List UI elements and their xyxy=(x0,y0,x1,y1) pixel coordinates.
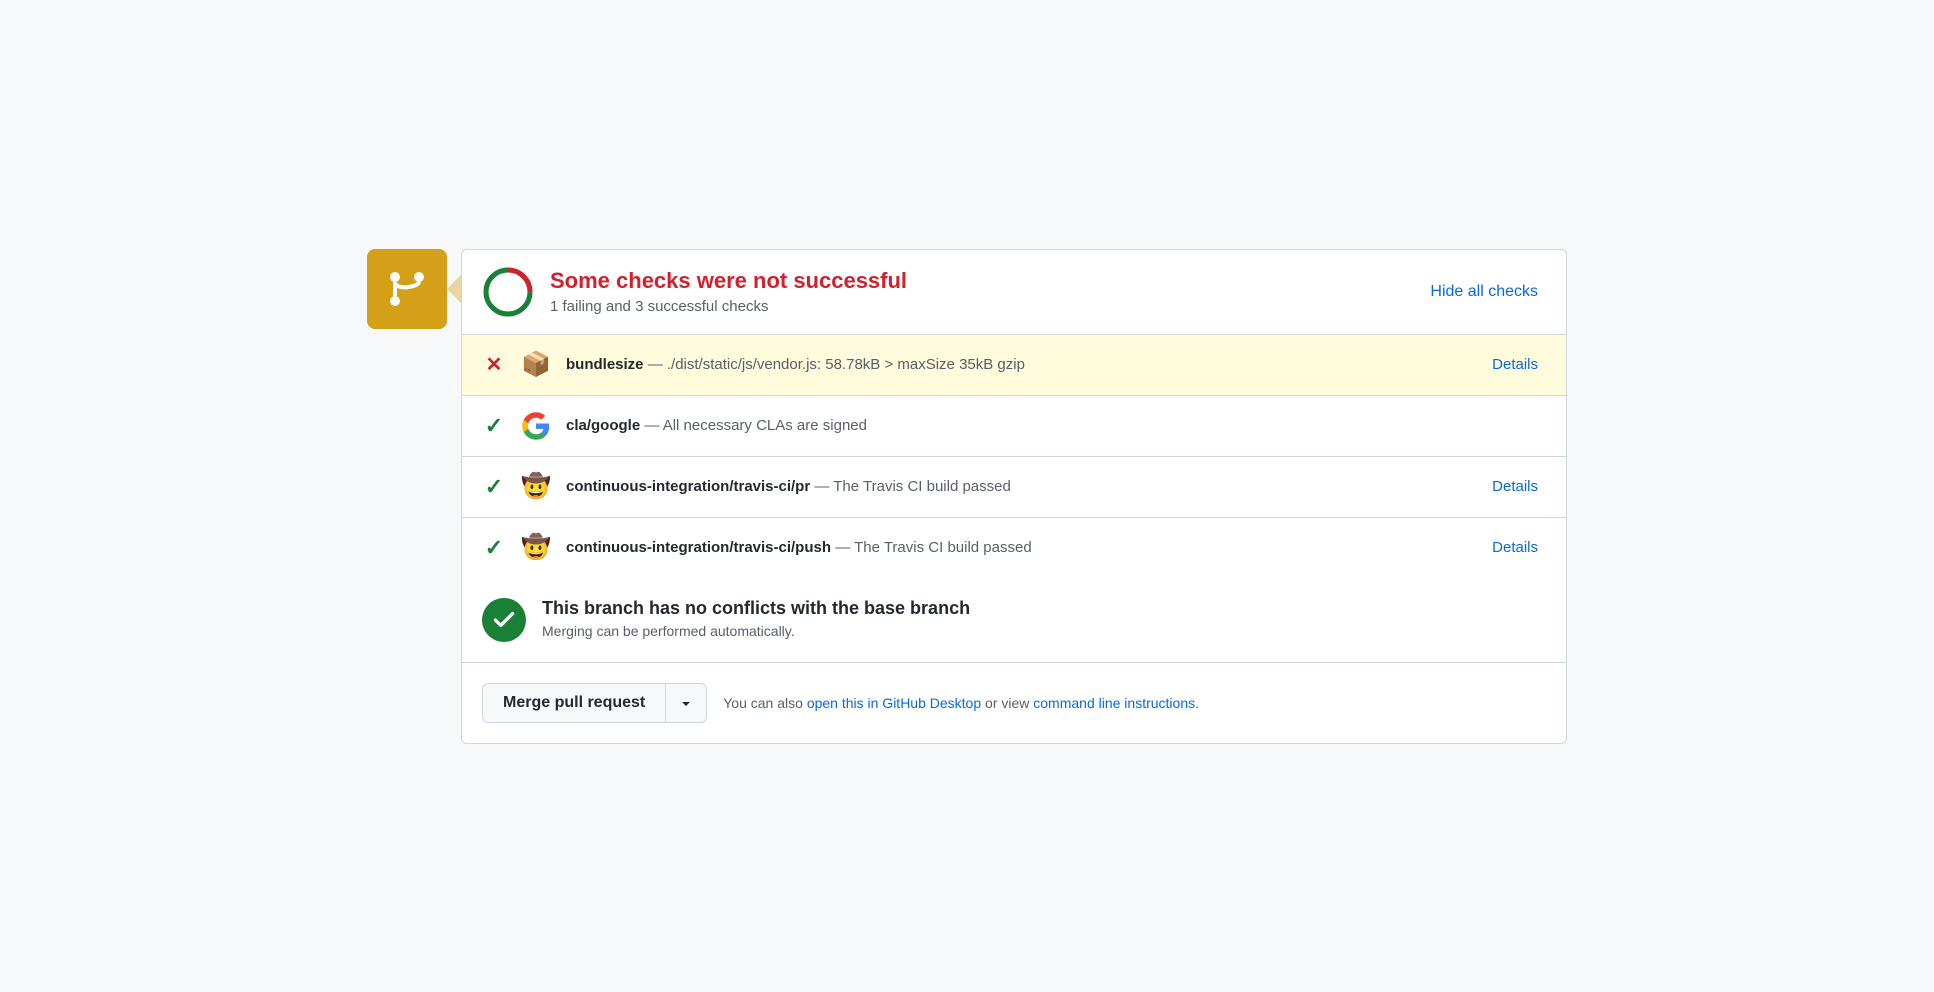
merge-button-group: Merge pull request xyxy=(482,683,707,723)
or-text: or view xyxy=(981,695,1033,711)
main-card: Some checks were not successful 1 failin… xyxy=(461,249,1567,744)
no-conflict-subtitle: Merging can be performed automatically. xyxy=(542,623,970,639)
check-item-travis-pr: ✓ 🤠 continuous-integration/travis-ci/pr … xyxy=(462,457,1566,518)
travis-push-description: — The Travis CI build passed xyxy=(835,539,1031,556)
no-conflict-text-group: This branch has no conflicts with the ba… xyxy=(542,598,970,639)
merge-icon xyxy=(383,265,431,313)
header-subtitle: 1 failing and 3 successful checks xyxy=(550,298,907,315)
merge-pull-request-button[interactable]: Merge pull request xyxy=(482,683,665,723)
bundlesize-details-link[interactable]: Details xyxy=(1484,352,1546,377)
card-header: Some checks were not successful 1 failin… xyxy=(462,250,1566,335)
bundlesize-icon: 📦 xyxy=(520,349,552,381)
check-status-pass-cla: ✓ xyxy=(482,414,506,438)
dropdown-arrow-icon xyxy=(678,695,694,711)
travis-pr-description: — The Travis CI build passed xyxy=(814,478,1010,495)
header-text-group: Some checks were not successful 1 failin… xyxy=(550,268,907,315)
google-icon xyxy=(520,410,552,442)
connector-arrow xyxy=(447,275,461,303)
merge-icon-box xyxy=(367,249,447,329)
no-conflict-title: This branch has no conflicts with the ba… xyxy=(542,598,970,619)
hide-all-checks-button[interactable]: Hide all checks xyxy=(1422,279,1546,305)
travis-pr-details-link[interactable]: Details xyxy=(1484,474,1546,499)
travis-pr-check-text: continuous-integration/travis-ci/pr — Th… xyxy=(566,478,1470,495)
x-icon: ✕ xyxy=(486,352,503,377)
travis-push-details-link[interactable]: Details xyxy=(1484,535,1546,560)
checkmark-icon-travis-push: ✓ xyxy=(485,535,503,561)
checkmark-icon-travis-pr: ✓ xyxy=(485,474,503,500)
google-g-svg xyxy=(521,411,551,441)
merge-extra-text: You can also open this in GitHub Desktop… xyxy=(723,695,1199,711)
white-checkmark-icon xyxy=(491,607,517,633)
check-item-cla-google: ✓ cla/google — All necessary CLAs are si… xyxy=(462,396,1566,457)
status-circle-icon xyxy=(482,266,534,318)
check-status-pass-travis-pr: ✓ xyxy=(482,475,506,499)
checkmark-icon-cla: ✓ xyxy=(485,413,503,439)
header-left: Some checks were not successful 1 failin… xyxy=(482,266,907,318)
cla-google-name: cla/google xyxy=(566,417,640,434)
no-conflict-section: This branch has no conflicts with the ba… xyxy=(462,578,1566,663)
header-title: Some checks were not successful xyxy=(550,268,907,294)
command-line-link[interactable]: command line instructions xyxy=(1033,695,1195,711)
travis-pr-icon: 🤠 xyxy=(520,471,552,503)
checks-list: ✕ 📦 bundlesize — ./dist/static/js/vendor… xyxy=(462,335,1566,578)
check-status-pass-travis-push: ✓ xyxy=(482,536,506,560)
cla-google-check-text: cla/google — All necessary CLAs are sign… xyxy=(566,417,1546,434)
travis-pr-name: continuous-integration/travis-ci/pr xyxy=(566,478,810,495)
merge-section: Merge pull request You can also open thi… xyxy=(462,663,1566,743)
travis-push-check-text: continuous-integration/travis-ci/push — … xyxy=(566,539,1470,556)
check-status-fail: ✕ xyxy=(482,353,506,377)
merge-dropdown-button[interactable] xyxy=(665,683,707,723)
bundlesize-check-text: bundlesize — ./dist/static/js/vendor.js:… xyxy=(566,356,1470,373)
pr-merge-container: Some checks were not successful 1 failin… xyxy=(367,249,1567,744)
green-check-circle xyxy=(482,598,526,642)
extra-text-prefix: You can also xyxy=(723,695,807,711)
check-item-travis-push: ✓ 🤠 continuous-integration/travis-ci/pus… xyxy=(462,518,1566,578)
travis-push-name: continuous-integration/travis-ci/push xyxy=(566,539,831,556)
bundlesize-description: — ./dist/static/js/vendor.js: 58.78kB > … xyxy=(648,356,1025,373)
travis-push-icon: 🤠 xyxy=(520,532,552,564)
bundlesize-name: bundlesize xyxy=(566,356,644,373)
cla-google-description: — All necessary CLAs are signed xyxy=(644,417,867,434)
github-desktop-link[interactable]: open this in GitHub Desktop xyxy=(807,695,981,711)
period-text: . xyxy=(1195,695,1199,711)
check-item-bundlesize: ✕ 📦 bundlesize — ./dist/static/js/vendor… xyxy=(462,335,1566,396)
